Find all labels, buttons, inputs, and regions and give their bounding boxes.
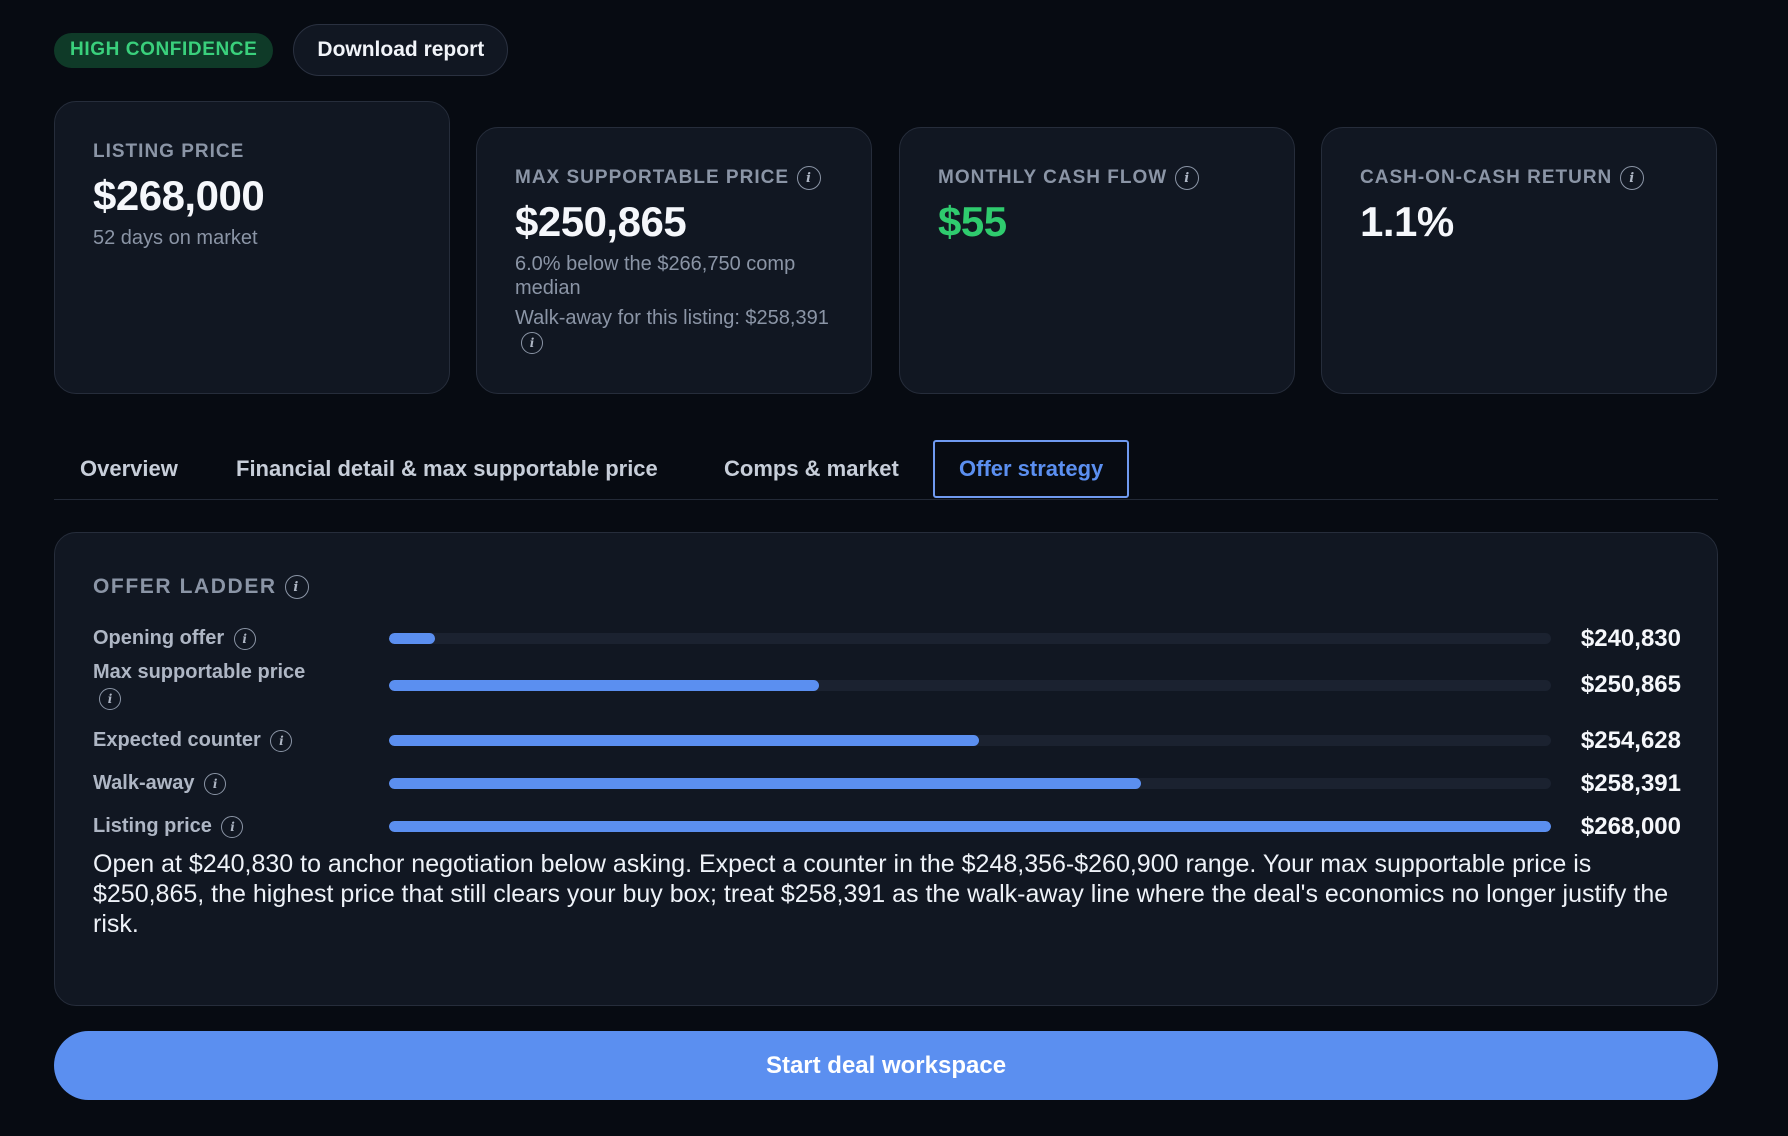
ladder-row-opening-offer: Opening offer i $240,830 <box>93 619 1681 659</box>
deal-analysis-page: HIGH CONFIDENCE Download report LISTING … <box>0 0 1788 1136</box>
cash-flow-label: MONTHLY CASH FLOW i <box>938 166 1256 190</box>
comp-median-note: 6.0% below the $266,750 comp median <box>515 253 796 299</box>
listing-price-value: $268,000 <box>93 172 265 219</box>
offer-ladder-panel: OFFER LADDER i Opening offer i $240,830 … <box>54 532 1718 1006</box>
coc-return-label: CASH-ON-CASH RETURN i <box>1360 166 1678 190</box>
ladder-row-listing-price: Listing price i $268,000 <box>93 807 1681 847</box>
cash-flow-card: MONTHLY CASH FLOW i $55 <box>899 127 1295 394</box>
tab-offer-strategy[interactable]: Offer strategy <box>933 440 1130 498</box>
tab-comps-market[interactable]: Comps & market <box>724 440 899 498</box>
tab-overview[interactable]: Overview <box>80 440 178 498</box>
info-icon[interactable]: i <box>233 627 256 650</box>
ladder-row-max-supportable: Max supportable price i $250,865 <box>93 659 1681 715</box>
info-icon[interactable]: i <box>270 729 293 752</box>
ladder-value: $254,628 <box>1580 727 1681 754</box>
info-icon[interactable]: i <box>797 166 822 190</box>
max-supportable-card: MAX SUPPORTABLE PRICE i $250,865 6.0% be… <box>476 127 872 394</box>
max-supportable-label: MAX SUPPORTABLE PRICE i <box>515 166 833 190</box>
info-icon[interactable]: i <box>284 575 309 599</box>
ladder-track <box>389 778 1551 789</box>
ladder-row-walk-away: Walk-away i $258,391 <box>93 765 1681 805</box>
ladder-label: Opening offer i <box>93 625 323 651</box>
info-icon[interactable]: i <box>204 772 227 795</box>
ladder-row-expected-counter: Expected counter i $254,628 <box>93 723 1681 763</box>
ladder-value: $258,391 <box>1580 770 1681 797</box>
ladder-track <box>389 821 1551 832</box>
start-deal-workspace-button[interactable]: Start deal workspace <box>54 1031 1718 1100</box>
walkaway-note: Walk-away for this listing: $258,391 i <box>515 306 833 354</box>
info-icon[interactable]: i <box>221 815 244 838</box>
ladder-value: $250,865 <box>1580 671 1681 698</box>
tab-bar: Overview Financial detail & max supporta… <box>54 438 1718 500</box>
ladder-track <box>389 633 1551 644</box>
ladder-label: Listing price i <box>93 813 323 839</box>
ladder-label: Max supportable price i <box>93 659 333 711</box>
info-icon[interactable]: i <box>1620 166 1645 190</box>
top-bar: HIGH CONFIDENCE Download report <box>54 24 509 76</box>
info-icon[interactable]: i <box>99 687 121 710</box>
info-icon[interactable]: i <box>521 331 543 354</box>
listing-price-label: LISTING PRICE <box>93 141 245 162</box>
ladder-fill <box>389 633 436 644</box>
ladder-value: $240,830 <box>1580 625 1681 652</box>
confidence-badge: HIGH CONFIDENCE <box>54 32 274 68</box>
offer-ladder-title: OFFER LADDER i <box>93 575 309 599</box>
info-icon[interactable]: i <box>1175 166 1200 190</box>
ladder-fill <box>389 680 819 691</box>
coc-return-value: 1.1% <box>1360 198 1454 245</box>
cash-flow-value: $55 <box>938 198 1007 245</box>
offer-strategy-summary: Open at $240,830 to anchor negotiation b… <box>93 850 1669 938</box>
ladder-fill <box>389 735 980 746</box>
ladder-fill <box>389 778 1141 789</box>
coc-return-card: CASH-ON-CASH RETURN i 1.1% <box>1321 127 1717 394</box>
ladder-label: Walk-away i <box>93 770 323 796</box>
ladder-label: Expected counter i <box>93 727 323 753</box>
ladder-track <box>389 680 1551 691</box>
max-supportable-value: $250,865 <box>515 198 687 245</box>
days-on-market: 52 days on market <box>93 227 258 249</box>
listing-price-card: LISTING PRICE $268,000 52 days on market <box>54 101 450 394</box>
ladder-value: $268,000 <box>1580 813 1681 840</box>
ladder-fill <box>389 821 1551 832</box>
download-report-button[interactable]: Download report <box>293 24 509 76</box>
ladder-track <box>389 735 1551 746</box>
tab-financial-detail[interactable]: Financial detail & max supportable price <box>236 440 658 498</box>
